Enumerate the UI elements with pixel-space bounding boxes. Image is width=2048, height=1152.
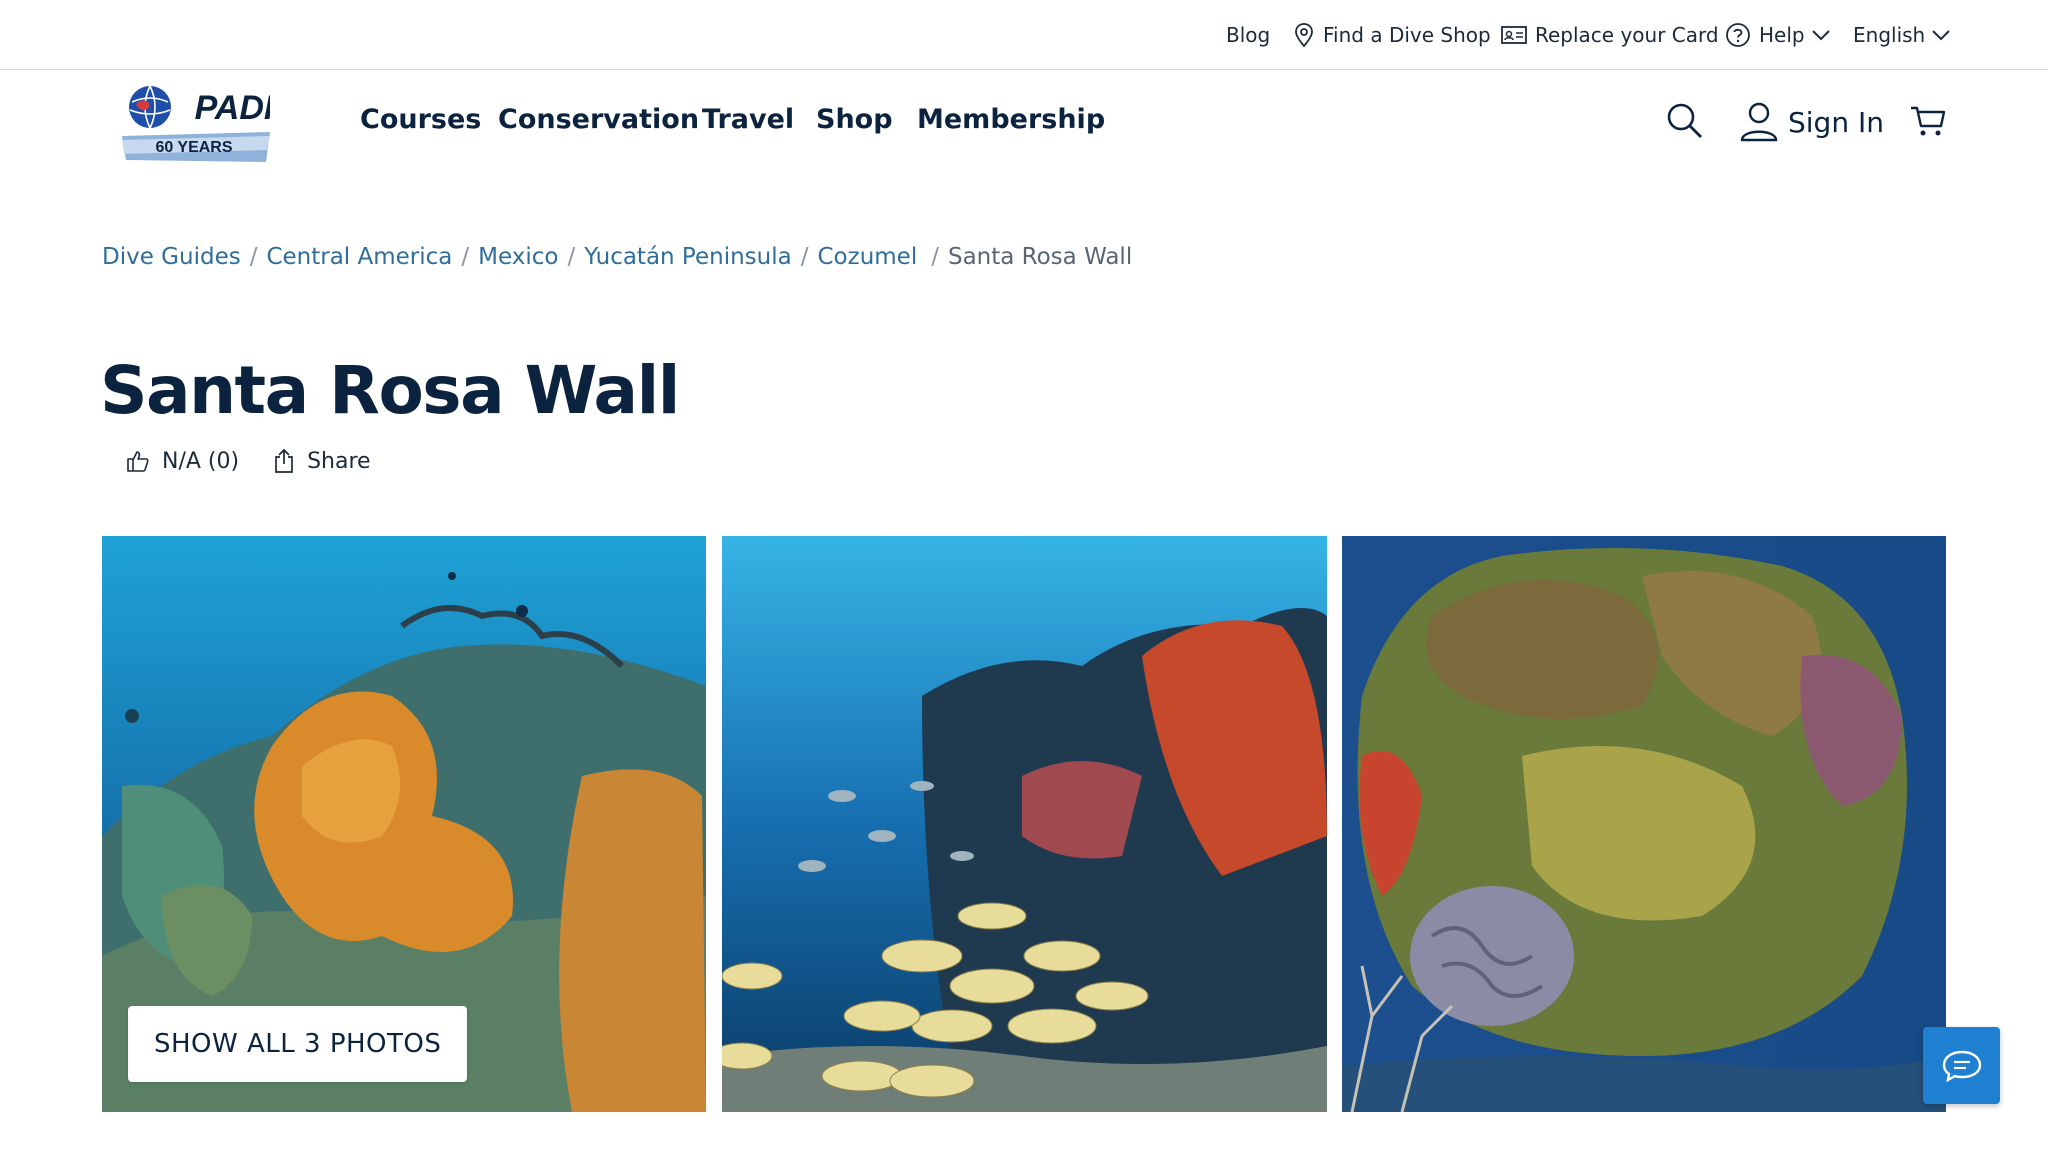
sign-in-label: Sign In bbox=[1788, 105, 1884, 139]
breadcrumb-link-dive-guides[interactable]: Dive Guides bbox=[102, 244, 241, 270]
show-all-photos-button[interactable]: SHOW ALL 3 PHOTOS bbox=[128, 1006, 468, 1082]
breadcrumb-separator: / bbox=[461, 244, 470, 270]
breadcrumb-link-mexico[interactable]: Mexico bbox=[478, 244, 558, 270]
share-icon bbox=[275, 448, 293, 473]
like-button[interactable]: N/A (0) bbox=[126, 449, 239, 474]
utility-link-blog-label: Blog bbox=[1226, 23, 1271, 47]
utility-link-replace-card[interactable]: Replace your Card bbox=[1501, 22, 1719, 48]
gallery-photo-1[interactable]: SHOW ALL 3 PHOTOS bbox=[102, 536, 706, 1112]
photo-gallery: SHOW ALL 3 PHOTOS bbox=[102, 536, 1946, 1112]
coral-head-photo-image bbox=[1342, 536, 1946, 1112]
utility-link-find-dive-shop[interactable]: Find a Dive Shop bbox=[1293, 22, 1491, 48]
nav-item-conservation[interactable]: Conservation bbox=[498, 104, 699, 135]
breadcrumb-separator: / bbox=[249, 244, 258, 270]
nav-item-shop[interactable]: Shop bbox=[816, 104, 893, 135]
breadcrumb-current: Santa Rosa Wall bbox=[947, 244, 1133, 270]
rating-value: N/A (0) bbox=[162, 448, 240, 474]
utility-link-find-dive-shop-label: Find a Dive Shop bbox=[1323, 23, 1491, 47]
sign-in-button[interactable]: Sign In bbox=[1740, 102, 1884, 142]
gallery-photo-3[interactable] bbox=[1342, 536, 1946, 1112]
globe-icon bbox=[129, 86, 171, 128]
utility-bar: Blog Find a Dive Shop Replace your Card … bbox=[0, 0, 2048, 70]
utility-link-replace-card-label: Replace your Card bbox=[1535, 23, 1719, 47]
cart-icon bbox=[1911, 106, 1946, 136]
logo-brand-text: PADI bbox=[195, 89, 270, 127]
id-card-icon bbox=[1501, 26, 1527, 44]
breadcrumb-link-cozumel[interactable]: Cozumel bbox=[817, 244, 917, 270]
cart-button[interactable] bbox=[1910, 102, 1946, 138]
padi-logo[interactable]: PADI 60 YEARS bbox=[122, 84, 275, 162]
breadcrumb-separator: / bbox=[800, 244, 809, 270]
help-circle-icon bbox=[1726, 23, 1750, 47]
utility-help-label: Help bbox=[1759, 23, 1805, 47]
utility-help-menu[interactable]: Help bbox=[1725, 22, 1831, 48]
fish-school-photo-image bbox=[722, 536, 1327, 1112]
user-icon bbox=[1740, 102, 1778, 142]
breadcrumb: Dive Guides / Central America / Mexico /… bbox=[102, 244, 1132, 270]
nav-item-courses[interactable]: Courses bbox=[360, 104, 481, 135]
search-icon bbox=[1667, 103, 1702, 138]
breadcrumb-separator: / bbox=[567, 244, 576, 270]
breadcrumb-link-yucatan[interactable]: Yucatán Peninsula bbox=[584, 244, 792, 270]
breadcrumb-separator: / bbox=[931, 244, 939, 270]
breadcrumb-link-central-america[interactable]: Central America bbox=[266, 244, 452, 270]
share-button[interactable]: Share bbox=[273, 448, 371, 474]
nav-item-travel[interactable]: Travel bbox=[702, 104, 794, 135]
search-button[interactable] bbox=[1666, 102, 1704, 140]
page-actions: N/A (0) Share bbox=[126, 448, 371, 474]
language-selector[interactable]: English bbox=[1853, 22, 1951, 48]
chevron-down-icon bbox=[1811, 30, 1830, 41]
page-title: Santa Rosa Wall bbox=[100, 352, 680, 429]
logo-tagline: 60 YEARS bbox=[155, 139, 232, 156]
map-pin-icon bbox=[1295, 23, 1313, 48]
chat-icon bbox=[1942, 1050, 1981, 1082]
chat-button[interactable] bbox=[1923, 1027, 2000, 1104]
gallery-photo-2[interactable] bbox=[722, 536, 1327, 1112]
nav-item-membership[interactable]: Membership bbox=[917, 104, 1105, 135]
share-label: Share bbox=[307, 448, 371, 474]
thumbs-up-icon bbox=[127, 451, 149, 472]
language-selector-label: English bbox=[1853, 23, 1926, 47]
chevron-down-icon bbox=[1932, 30, 1950, 41]
utility-link-blog[interactable]: Blog bbox=[1226, 22, 1270, 48]
